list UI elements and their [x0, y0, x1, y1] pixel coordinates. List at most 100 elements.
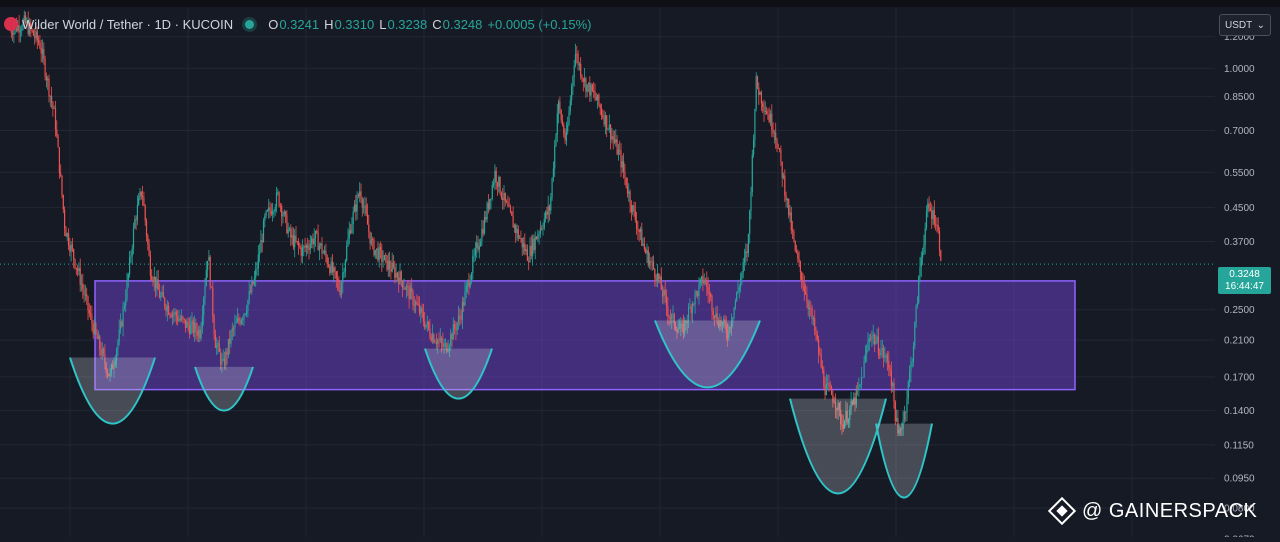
candle-body	[808, 308, 811, 310]
candle-body	[491, 184, 493, 199]
candle-body	[361, 199, 363, 208]
candle-body	[616, 139, 618, 155]
candle-body	[628, 191, 630, 194]
low-value: 0.3238	[387, 16, 428, 32]
candle-body	[517, 229, 519, 239]
candle-body	[83, 289, 85, 296]
candle-body	[702, 276, 704, 284]
candle-body	[485, 217, 487, 220]
y-tick-label: 0.3700	[1224, 237, 1255, 248]
candle-body	[143, 197, 145, 206]
candle-body	[647, 250, 649, 266]
candle-body	[118, 329, 120, 342]
candle-body	[273, 211, 275, 213]
candle-body	[742, 262, 744, 273]
candle-body	[759, 91, 761, 95]
candle-body	[602, 114, 604, 117]
candle-body	[745, 251, 747, 258]
candle-body	[591, 84, 593, 91]
candle-body	[771, 113, 773, 130]
candle-body	[513, 225, 515, 228]
grid	[0, 8, 1215, 540]
chart-area[interactable]: 1.2000 1.0000 0.8500 0.7000 0.5500 0.4500 0.37…	[0, 0, 1280, 542]
candle-body	[147, 235, 149, 245]
candle-body	[262, 220, 265, 243]
candle-body	[101, 348, 103, 356]
candle-body	[295, 235, 297, 242]
candle-body	[542, 227, 544, 229]
candle-body	[71, 244, 73, 250]
candle-body	[357, 195, 359, 197]
candle-body	[707, 287, 709, 294]
candle-body	[197, 329, 200, 336]
candle-body	[555, 134, 557, 146]
candle-body	[642, 244, 644, 246]
candle-body	[806, 294, 808, 303]
candle-body	[777, 147, 779, 149]
candle-body	[613, 139, 616, 143]
candle-body	[703, 280, 705, 284]
candle-body	[208, 256, 210, 261]
candle-body	[277, 192, 279, 194]
candle-body	[183, 318, 185, 320]
candle-body	[736, 292, 738, 301]
chevron-down-icon: ⌄	[1256, 19, 1265, 31]
candle-body	[559, 101, 561, 111]
price-chart[interactable]: 1.20001.00000.85000.70000.55000.45000.37…	[0, 0, 1280, 542]
candle-body	[195, 322, 197, 332]
candle-body	[174, 311, 176, 315]
candle-body	[632, 205, 634, 212]
candle-body	[305, 245, 307, 248]
candle-body	[389, 260, 391, 269]
candle-body	[249, 291, 252, 293]
market-open-status-icon	[245, 19, 255, 29]
candle-body	[706, 280, 708, 288]
candle-body	[672, 313, 674, 315]
candle-body	[318, 245, 320, 251]
candle-body	[496, 182, 499, 187]
change-value: +0.0005 (+0.15%)	[487, 16, 592, 32]
candle-body	[132, 228, 135, 249]
candle-body	[290, 228, 292, 238]
candle-body	[780, 149, 782, 162]
candle-body	[165, 306, 167, 312]
candle-body	[754, 108, 756, 140]
candle-body	[694, 292, 696, 305]
candle-body	[626, 186, 629, 194]
candle-body	[769, 113, 772, 123]
candle-body	[738, 287, 740, 290]
candle-body	[867, 341, 869, 350]
candle-body	[242, 318, 244, 320]
candle-body	[117, 341, 119, 350]
candle-body	[756, 76, 759, 88]
candle-body	[320, 243, 322, 246]
candle-body	[872, 334, 874, 337]
candle-body	[758, 87, 760, 95]
candle-body	[444, 343, 447, 345]
candle-body	[599, 104, 601, 109]
symbol-title[interactable]: Wilder World / Tether · 1D · KUCOIN	[22, 17, 233, 32]
candle-body	[148, 244, 150, 256]
candle-body	[274, 207, 276, 212]
candle-body	[399, 271, 401, 285]
candle-body	[443, 344, 445, 347]
candle-body	[824, 386, 826, 396]
candle-body	[688, 307, 690, 322]
candle-body	[347, 238, 349, 246]
candle-body	[818, 339, 820, 354]
candle-body	[937, 224, 939, 232]
currency-selector[interactable]: USDT ⌄	[1219, 14, 1271, 36]
candle-body	[136, 205, 138, 221]
candle-body	[92, 323, 94, 335]
candle-body	[870, 338, 872, 340]
candle-body	[552, 168, 554, 179]
candle-body	[511, 211, 513, 216]
candle-body	[316, 230, 318, 233]
candle-body	[658, 273, 660, 280]
candle-body	[538, 233, 540, 236]
candle-body	[610, 124, 612, 140]
candle-body	[788, 198, 790, 216]
candle-body	[103, 348, 105, 354]
last-price-value: 0.3248	[1229, 269, 1260, 280]
candle-body	[244, 313, 246, 315]
